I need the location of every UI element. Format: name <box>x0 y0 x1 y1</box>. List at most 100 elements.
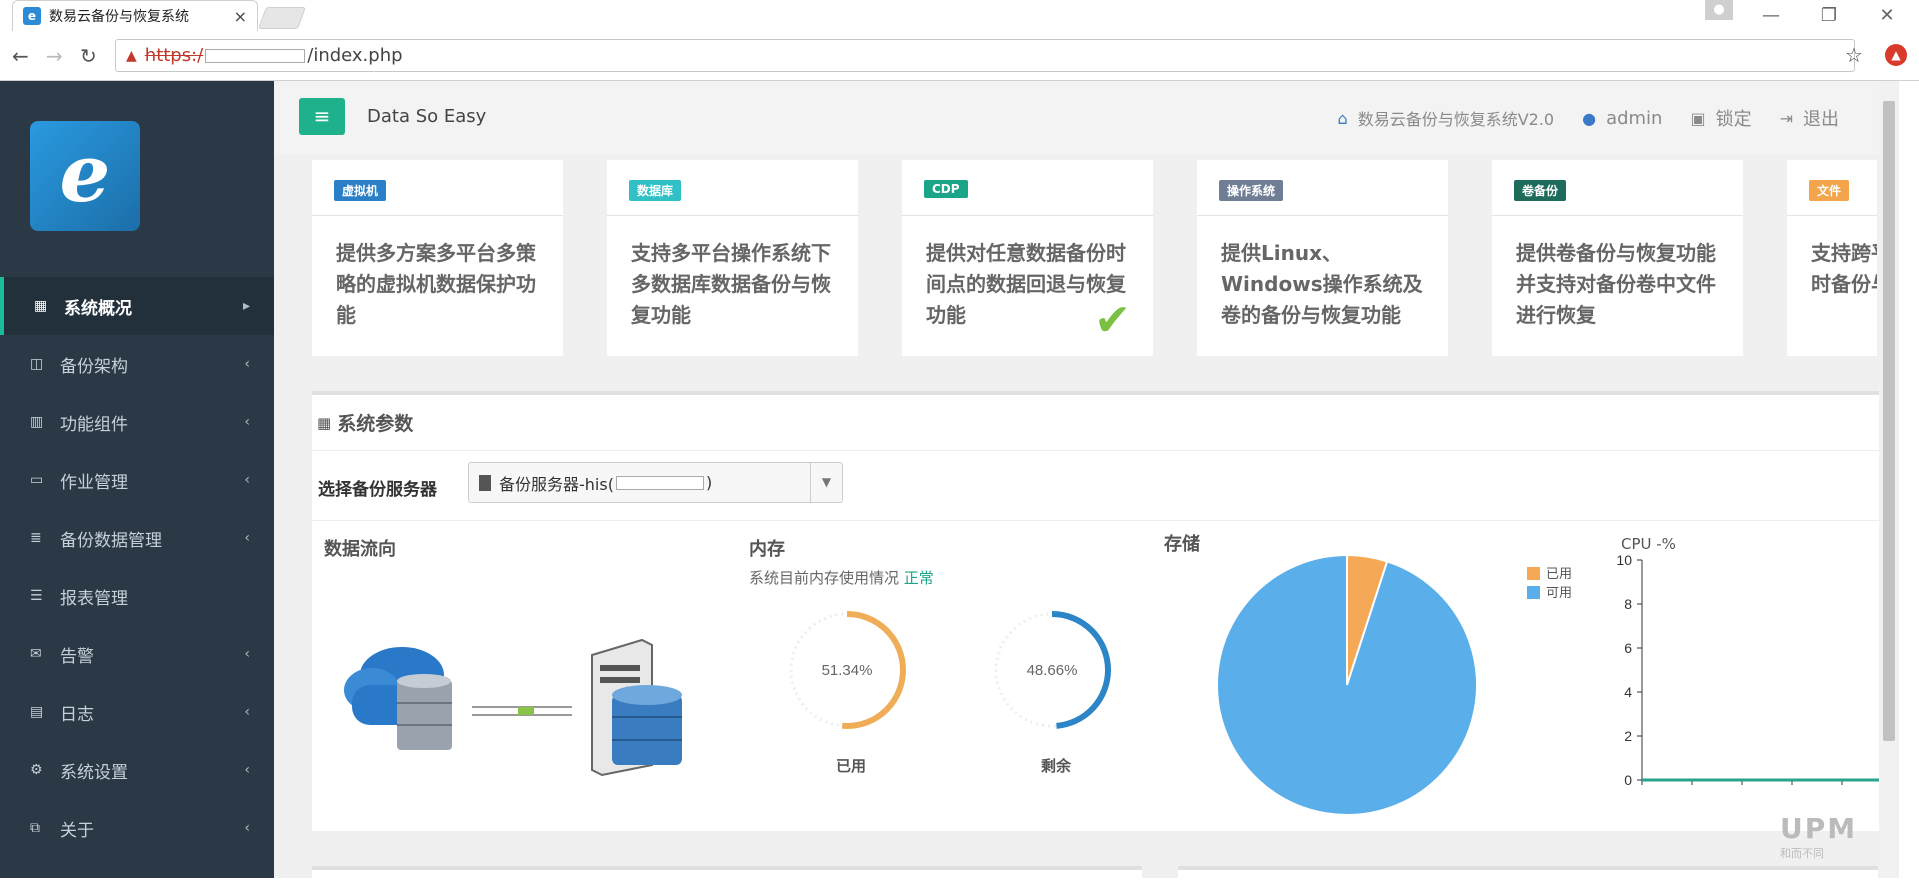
browser-tabbar: e 数易云备份与恢复系统 × ● — ❐ ✕ <box>0 0 1919 31</box>
chart-icon: ▥ <box>30 414 44 430</box>
logo: e <box>30 121 140 231</box>
system-home-link[interactable]: ⌂ 数易云备份与恢复系统V2.0 <box>1338 106 1555 130</box>
extension-icon[interactable]: ▲ <box>1885 44 1907 66</box>
server-select[interactable]: 备份服务器-his( ) ▼ <box>468 462 843 503</box>
feature-card[interactable]: 文件支持跨平台海量文件定时备份与恢复功能 <box>1787 160 1877 356</box>
lock-label: 锁定 <box>1715 109 1752 130</box>
browser-tab[interactable]: e 数易云备份与恢复系统 × <box>12 0 258 31</box>
grid-icon: ▦ <box>317 413 332 432</box>
server-value-suffix: ) <box>705 473 713 492</box>
feature-description: 支持多平台操作系统下多数据库数据备份与恢复功能 <box>631 241 831 327</box>
feature-tag: 操作系统 <box>1219 180 1284 201</box>
feature-card[interactable]: CDP 提供对任意数据备份时间点的数据回退与恢复功能 ✔ <box>902 160 1153 356</box>
sidebar-item-4[interactable]: ≣ 备份数据管理 ‹ <box>0 509 274 567</box>
sidebar-menu: ▦ 系统概况 ▸ ◫ 备份架构 ‹ ▥ 功能组件 ‹ ▭ 作业管理 ‹ ≣ 备份数据管理 ‹ ☰ 报表管理 ✉ 告警… <box>0 277 274 857</box>
feature-card[interactable]: 数据库支持多平台操作系统下多数据库数据备份与恢复功能 <box>607 160 858 356</box>
username: admin <box>1606 107 1663 129</box>
y-tick-label: 6 <box>1624 640 1632 656</box>
y-tick-label: 8 <box>1624 596 1632 612</box>
tab-close-icon[interactable]: × <box>234 7 247 26</box>
divider <box>607 215 858 216</box>
sidebar-item-1[interactable]: ◫ 备份架构 ‹ <box>0 335 274 393</box>
memory-free-value: 48.66% <box>1027 662 1078 679</box>
legend-swatch <box>1527 567 1540 580</box>
memory-status: 系统目前内存使用情况 正常 <box>749 567 934 588</box>
pie-slice-1[interactable] <box>1216 553 1478 816</box>
address-toolbar: ← → ↻ ▲ https:/ /index.php ☆ ▲ <box>0 31 1919 81</box>
feature-card[interactable]: 卷备份 提供卷备份与恢复功能并支持对备份卷中文件进行恢复 <box>1492 160 1743 356</box>
legend-item[interactable]: 已用 <box>1527 565 1572 584</box>
bookmark-star-icon[interactable]: ☆ <box>1845 43 1863 67</box>
divider <box>902 215 1153 216</box>
server-redacted <box>615 475 704 490</box>
scrollbar-thumb[interactable] <box>1883 101 1895 741</box>
y-tick-label: 0 <box>1624 772 1632 788</box>
legend-label: 可用 <box>1546 586 1573 601</box>
watermark-main: UPM <box>1780 812 1858 845</box>
divider <box>312 215 563 216</box>
gear-icon: ⚙ <box>30 762 43 778</box>
feature-tag: 卷备份 <box>1514 180 1567 201</box>
url-path: /index.php <box>307 45 403 66</box>
feature-tag: 数据库 <box>629 180 682 201</box>
server-icon <box>479 474 491 491</box>
mail-icon: ✉ <box>30 646 42 662</box>
feature-card[interactable]: 操作系统 提供Linux、Windows操作系统及卷的备份与恢复功能 <box>1197 160 1448 356</box>
chevron-left-icon: ‹ <box>244 414 250 430</box>
storage-title: 存储 <box>1164 534 1200 555</box>
sidebar-item-9[interactable]: ⧉ 关于 ‹ <box>0 799 274 857</box>
sidebar-item-5[interactable]: ☰ 报表管理 <box>0 567 274 625</box>
sidebar-item-0[interactable]: ▦ 系统概况 ▸ <box>0 277 274 335</box>
profile-icon[interactable]: ● <box>1705 0 1733 20</box>
restore-button[interactable]: ❐ <box>1806 0 1852 31</box>
monitor-icon: ▭ <box>30 472 44 488</box>
memory-status-value: 正常 <box>903 569 934 587</box>
main-content: ≡ Data So Easy ⌂ 数易云备份与恢复系统V2.0 ● admin … <box>274 81 1899 886</box>
lock-icon: ▣ <box>1690 108 1706 128</box>
favicon-icon: e <box>23 7 41 25</box>
chevron-left-icon: ‹ <box>244 356 250 372</box>
new-tab-button[interactable] <box>257 7 307 29</box>
sidebar-item-3[interactable]: ▭ 作业管理 ‹ <box>0 451 274 509</box>
storage-legend: 已用可用 <box>1527 565 1572 603</box>
home-icon: ⌂ <box>1337 108 1348 128</box>
legend-item[interactable]: 可用 <box>1527 584 1572 603</box>
minimize-button[interactable]: — <box>1748 0 1794 31</box>
y-tick-label: 2 <box>1624 728 1632 744</box>
lock-button[interactable]: ▣ 锁定 <box>1690 105 1751 131</box>
close-window-button[interactable]: ✕ <box>1864 0 1910 31</box>
sidebar-item-7[interactable]: ▤ 日志 ‹ <box>0 683 274 741</box>
logout-label: 退出 <box>1803 109 1839 130</box>
chevron-down-icon[interactable]: ▼ <box>810 463 842 502</box>
params-title: 系统参数 <box>337 413 414 435</box>
sidebar-item-6[interactable]: ✉ 告警 ‹ <box>0 625 274 683</box>
chevron-right-icon: ▸ <box>242 298 250 314</box>
sidebar-item-label: 系统设置 <box>60 762 128 783</box>
url-redacted <box>205 48 306 63</box>
page-scrollbar[interactable] <box>1879 81 1899 878</box>
legend-swatch <box>1527 586 1540 599</box>
back-button[interactable]: ← <box>12 44 29 68</box>
feature-card[interactable]: 虚拟机 提供多方案多平台多策略的虚拟机数据保护功能 <box>312 160 563 356</box>
sidebar-item-2[interactable]: ▥ 功能组件 ‹ <box>0 393 274 451</box>
reload-button[interactable]: ↻ <box>80 44 97 68</box>
sidebar-item-label: 系统概况 <box>64 298 132 319</box>
sidebar-toggle-button[interactable]: ≡ <box>299 98 345 135</box>
bottom-panel-left <box>312 866 1142 886</box>
divider <box>312 520 1899 521</box>
data-flow-illustration <box>344 638 682 777</box>
chevron-left-icon: ‹ <box>244 704 250 720</box>
url-input[interactable]: ▲ https:/ /index.php <box>115 39 1855 72</box>
list-icon: ☰ <box>30 588 43 604</box>
sidebar-item-label: 关于 <box>60 820 94 841</box>
cloud-database-icon <box>344 647 452 750</box>
memory-status-text: 系统目前内存使用情况 <box>749 569 900 587</box>
logout-icon: ⇥ <box>1779 108 1793 128</box>
user-menu[interactable]: ● admin <box>1582 108 1662 129</box>
sidebar-item-8[interactable]: ⚙ 系统设置 ‹ <box>0 741 274 799</box>
forward-button[interactable]: → <box>46 44 63 68</box>
topnav-right: ⌂ 数易云备份与恢复系统V2.0 ● admin ▣ 锁定 ⇥ 退出 <box>1310 105 1839 131</box>
memory-used-value: 51.34% <box>822 662 873 679</box>
server-database-icon <box>591 638 682 777</box>
logout-button[interactable]: ⇥ 退出 <box>1780 105 1839 131</box>
